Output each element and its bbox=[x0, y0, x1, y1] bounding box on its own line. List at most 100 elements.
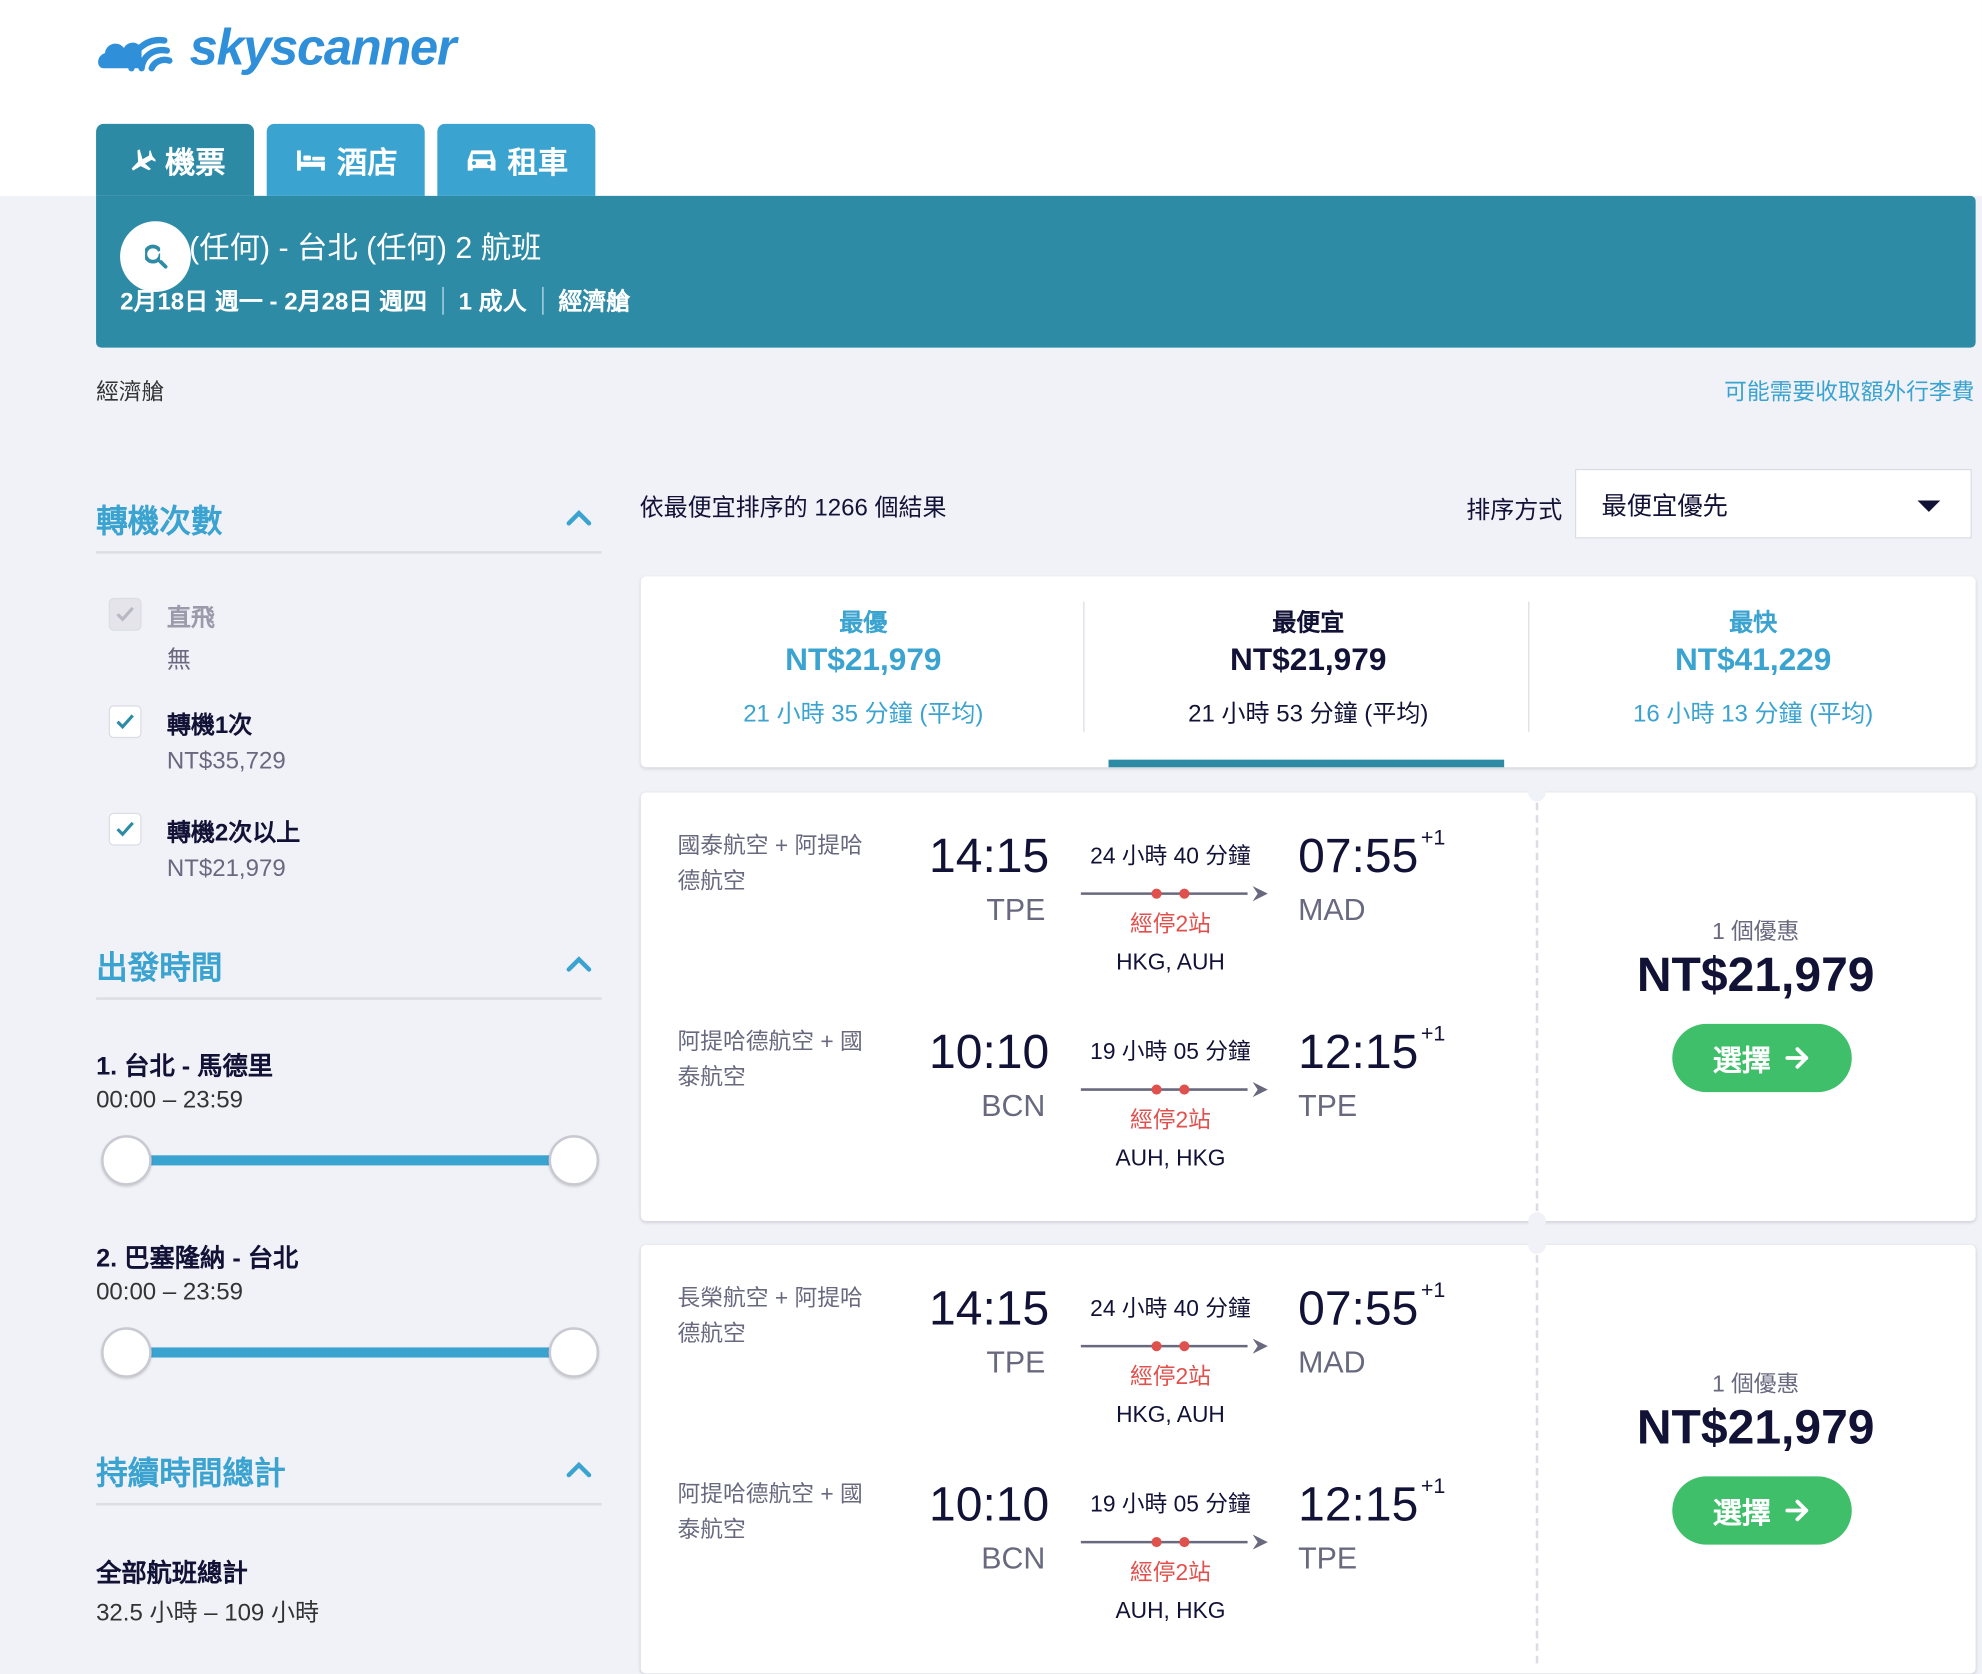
select-button[interactable]: 選擇 bbox=[1672, 1023, 1852, 1093]
flight-leg-outbound: 國泰航空 + 阿提哈德航空 14:15 TPE 24 小時 40 分鐘 經停2站… bbox=[641, 825, 1526, 1005]
route-cabin: 經濟艙 bbox=[558, 289, 631, 316]
caret-down-icon bbox=[1917, 500, 1941, 512]
chevron-up-icon[interactable] bbox=[564, 503, 594, 533]
stops-count: 經停2站 bbox=[1129, 1107, 1211, 1133]
tab-hotels-label: 酒店 bbox=[336, 146, 398, 181]
stopover-airports: HKG, AUH bbox=[1116, 949, 1225, 975]
flight-leg-return: 阿提哈德航空 + 國泰航空 10:10 BCN 19 小時 05 分鐘 經停2站… bbox=[641, 1474, 1526, 1653]
duration-range: 32.5 小時 – 109 小時 bbox=[96, 1600, 320, 1627]
two-plus-stops-checkbox[interactable] bbox=[108, 812, 142, 846]
sort-dropdown[interactable]: 最便宜優先 bbox=[1574, 468, 1972, 539]
skyscanner-logo[interactable]: skyscanner bbox=[96, 13, 457, 84]
cloud-logo-icon bbox=[98, 37, 173, 72]
fastest-duration: 16 小時 13 分鐘 (平均) bbox=[1633, 701, 1874, 729]
ticket-notch bbox=[1528, 1212, 1546, 1230]
divider bbox=[1535, 802, 1539, 1211]
arrival-airport: TPE bbox=[1298, 1542, 1358, 1577]
tab-flights[interactable]: 機票 bbox=[96, 123, 255, 196]
tab-car-hire-label: 租車 bbox=[507, 146, 569, 181]
departure-filter-title[interactable]: 出發時間 bbox=[96, 943, 222, 989]
departure-airport: TPE bbox=[986, 893, 1046, 928]
check-icon bbox=[116, 821, 134, 837]
arrival-time: 07:55 +1 bbox=[1298, 825, 1446, 884]
stops-count: 經停2站 bbox=[1129, 1363, 1211, 1390]
return-time-slider[interactable] bbox=[96, 1322, 602, 1385]
deals-count: 1 個優惠 bbox=[1712, 918, 1800, 945]
slider-handle-max[interactable] bbox=[548, 1135, 600, 1186]
cheapest-duration: 21 小時 53 分鐘 (平均) bbox=[1188, 701, 1429, 729]
departure-airport: TPE bbox=[986, 1346, 1046, 1381]
product-tabs: 機票 酒店 租車 bbox=[96, 123, 596, 196]
direct-checkbox[interactable] bbox=[108, 597, 142, 631]
duration-filter-title[interactable]: 持續時間總計 bbox=[96, 1449, 286, 1495]
stopover-airports: AUH, HKG bbox=[1115, 1597, 1226, 1623]
stops-count: 經停2站 bbox=[1129, 1559, 1211, 1586]
divider bbox=[96, 1502, 602, 1506]
departure-airport: BCN bbox=[981, 1089, 1046, 1124]
direct-label: 直飛 bbox=[166, 605, 215, 632]
slider-track bbox=[126, 1155, 572, 1166]
divider bbox=[96, 997, 602, 1000]
outbound-time-range: 00:00 – 23:59 bbox=[96, 1087, 243, 1114]
page: skyscanner 機票 酒店 租車 台北 (任何) - 台北 (任何) 2 … bbox=[0, 0, 1982, 1674]
tab-cheapest[interactable]: 最便宜 NT$21,979 21 小時 53 分鐘 (平均) bbox=[1086, 576, 1531, 767]
check-icon bbox=[116, 714, 134, 730]
tab-best[interactable]: 最優 NT$21,979 21 小時 35 分鐘 (平均) bbox=[641, 576, 1086, 767]
slider-track bbox=[126, 1347, 572, 1358]
divider bbox=[541, 286, 544, 315]
two-plus-stops-price: NT$21,979 bbox=[166, 855, 286, 883]
stops-filter-title[interactable]: 轉機次數 bbox=[96, 497, 222, 543]
departure-time: 14:15 bbox=[929, 830, 1050, 884]
stopover-airports: HKG, AUH bbox=[1116, 1401, 1225, 1428]
slider-handle-max[interactable] bbox=[548, 1327, 600, 1378]
fastest-price: NT$41,229 bbox=[1674, 642, 1832, 678]
tab-car-hire[interactable]: 租車 bbox=[437, 123, 596, 196]
sort-label: 排序方式 bbox=[1466, 498, 1563, 525]
slider-handle-min[interactable] bbox=[101, 1327, 152, 1378]
flight-duration: 19 小時 05 分鐘 bbox=[1090, 1491, 1251, 1517]
route-details: 2月18日 週一 - 2月28日 週四 1 成人 經濟艙 bbox=[120, 283, 630, 317]
airline-name: 阿提哈德航空 + 國泰航空 bbox=[677, 1028, 863, 1090]
bed-icon bbox=[294, 146, 327, 174]
route-line-icon bbox=[1080, 886, 1268, 902]
result-card[interactable]: 長榮航空 + 阿提哈德航空 14:15 TPE 24 小時 40 分鐘 經停2站… bbox=[640, 1236, 1976, 1674]
route-line-icon bbox=[1080, 1534, 1268, 1550]
route-travellers: 1 成人 bbox=[458, 289, 527, 316]
check-icon bbox=[116, 606, 134, 622]
flight-leg-return: 阿提哈德航空 + 國泰航空 10:10 BCN 19 小時 05 分鐘 經停2站… bbox=[641, 1021, 1526, 1201]
result-card[interactable]: 國泰航空 + 阿提哈德航空 14:15 TPE 24 小時 40 分鐘 經停2站… bbox=[640, 783, 1976, 1230]
sort-summary-tabs: 最優 NT$21,979 21 小時 35 分鐘 (平均) 最便宜 NT$21,… bbox=[640, 576, 1976, 768]
airline-name: 阿提哈德航空 + 國泰航空 bbox=[677, 1481, 863, 1543]
tab-hotels[interactable]: 酒店 bbox=[266, 123, 425, 196]
fastest-label: 最快 bbox=[1729, 610, 1778, 638]
one-stop-checkbox[interactable] bbox=[108, 705, 142, 739]
search-summary-bar[interactable] bbox=[96, 195, 1976, 348]
slider-handle-min[interactable] bbox=[101, 1135, 152, 1186]
one-stop-label: 轉機1次 bbox=[166, 712, 253, 740]
cabin-class-label: 經濟艙 bbox=[96, 379, 165, 405]
best-duration: 21 小時 35 分鐘 (平均) bbox=[743, 701, 984, 729]
chevron-up-icon[interactable] bbox=[564, 949, 594, 979]
card-price: NT$21,979 bbox=[1636, 1401, 1875, 1455]
arrival-time: 12:15 +1 bbox=[1298, 1021, 1446, 1080]
sort-value: 最便宜優先 bbox=[1601, 492, 1728, 521]
route-title: 台北 (任何) - 台北 (任何) 2 航班 bbox=[120, 231, 542, 266]
route-dates: 2月18日 週一 - 2月28日 週四 bbox=[120, 289, 428, 316]
baggage-fee-link[interactable]: 可能需要收取額外行李費 bbox=[1724, 374, 1974, 407]
best-price: NT$21,979 bbox=[785, 642, 942, 678]
arrival-time: 07:55 +1 bbox=[1298, 1278, 1446, 1337]
one-stop-price: NT$35,729 bbox=[166, 748, 286, 775]
select-button[interactable]: 選擇 bbox=[1672, 1476, 1852, 1545]
outbound-time-slider[interactable] bbox=[96, 1130, 602, 1193]
arrival-time: 12:15 +1 bbox=[1298, 1474, 1446, 1532]
duration-total-label: 全部航班總計 bbox=[96, 1559, 248, 1588]
return-time-range: 00:00 – 23:59 bbox=[96, 1279, 243, 1306]
tab-flights-label: 機票 bbox=[164, 146, 226, 181]
tab-fastest[interactable]: 最快 NT$41,229 16 小時 13 分鐘 (平均) bbox=[1531, 576, 1976, 767]
departure-time: 10:10 bbox=[929, 1026, 1050, 1080]
chevron-up-icon[interactable] bbox=[564, 1455, 594, 1485]
divider bbox=[96, 551, 602, 554]
cheapest-price: NT$21,979 bbox=[1230, 642, 1387, 678]
arrival-airport: TPE bbox=[1298, 1089, 1358, 1124]
deals-count: 1 個優惠 bbox=[1712, 1371, 1800, 1397]
